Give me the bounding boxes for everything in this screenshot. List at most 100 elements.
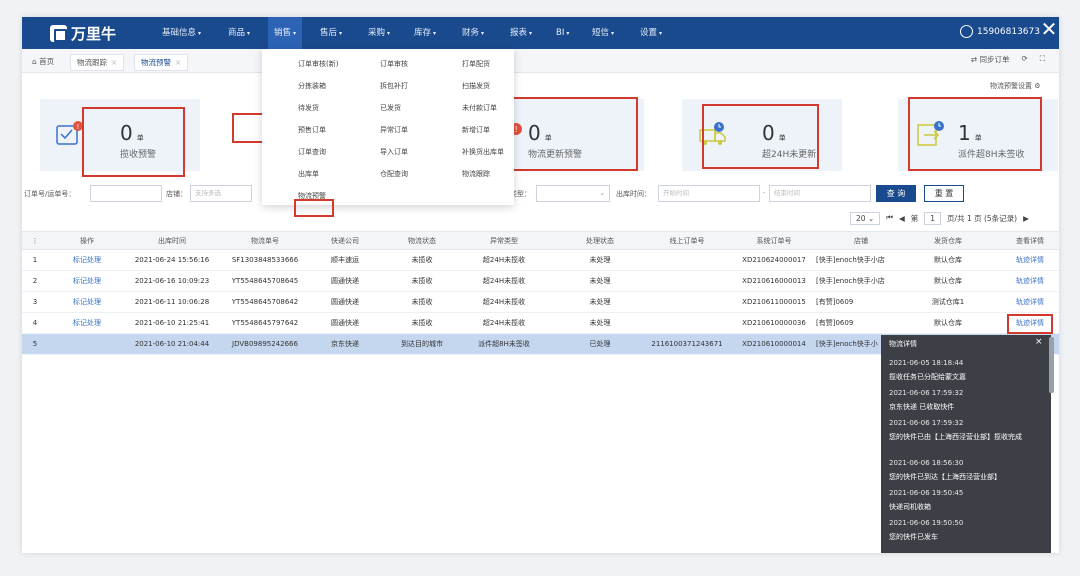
first-page-icon[interactable]: ⏮ xyxy=(886,213,893,223)
table-cell: 测试仓库1 xyxy=(931,298,965,306)
table-cell: 未揽收 xyxy=(411,319,433,327)
table-row[interactable]: 2 标记处理 2021-06-16 10:09:23 YT5548645708645 圆… xyxy=(22,271,1059,292)
table-cell: JDVB09895242666 xyxy=(232,340,298,348)
pagination: 20 ⌄ ⏮ ◀ 第 1 页/共 1 页 (5条记录) ▶ xyxy=(850,209,1029,227)
column-header: 发货仓库 xyxy=(934,237,962,245)
table-cell: 2021-06-16 10:09:23 xyxy=(134,277,210,285)
mark-handled-link[interactable]: 标记处理 xyxy=(62,292,112,312)
dropdown-menu-item[interactable]: 新增订单 xyxy=(462,125,490,135)
nav-label: 设置 xyxy=(640,28,658,38)
user-account[interactable]: 15906813673 xyxy=(960,25,1040,38)
shop-select[interactable]: 支持多选 xyxy=(190,185,252,202)
refresh-icon[interactable]: ⟳ xyxy=(1021,54,1027,65)
nav-bi[interactable]: BI ▾ xyxy=(556,17,569,49)
nav-reports[interactable]: 报表 ▾ xyxy=(510,17,532,49)
dropdown-menu-item[interactable]: 物流跟踪 xyxy=(462,169,490,179)
chevron-down-icon: ▾ xyxy=(247,30,251,37)
dropdown-menu-item[interactable]: 已发货 xyxy=(380,103,401,113)
sync-orders-label: 同步订单 xyxy=(979,55,1010,64)
dropdown-menu-item[interactable]: 订单查询 xyxy=(298,147,326,157)
next-page-icon[interactable]: ▶ xyxy=(1023,214,1029,223)
order-number-input[interactable] xyxy=(90,185,162,202)
event-message: 您的快件已到达【上海西泾营业部】 xyxy=(889,473,1001,481)
dropdown-menu-item[interactable]: 订单审核(新) xyxy=(298,59,338,69)
nav-purchase[interactable]: 采购 ▾ xyxy=(368,17,390,49)
prev-page-icon[interactable]: ◀ xyxy=(899,214,905,223)
fullscreen-icon[interactable]: ⛶ xyxy=(1040,54,1045,65)
tab-logistics-warning[interactable]: 物流预警 × xyxy=(134,54,189,71)
dropdown-menu-item[interactable]: 异常订单 xyxy=(380,125,408,135)
mark-handled-link[interactable] xyxy=(62,334,112,354)
page-number-input[interactable]: 1 xyxy=(924,211,942,225)
track-details-link[interactable]: 轨迹详情 xyxy=(1004,292,1056,312)
nav-goods[interactable]: 商品 ▾ xyxy=(228,17,250,49)
dropdown-menu-item[interactable]: 拆包补打 xyxy=(380,81,408,91)
table-cell: 2116100371243671 xyxy=(651,340,723,348)
table-cell: XD210610000014 xyxy=(742,340,806,348)
table-row[interactable]: 3 标记处理 2021-06-11 10:06:28 YT5548645708642 圆… xyxy=(22,292,1059,313)
search-button[interactable]: 查 询 xyxy=(876,185,916,202)
popup-scrollbar[interactable] xyxy=(1049,337,1054,393)
close-icon[interactable]: × xyxy=(175,58,181,67)
table-row[interactable]: 4 标记处理 2021-06-10 21:25:41 YT5548645797642 圆… xyxy=(22,313,1059,334)
tab-bar: ⌂ 首页 物流跟踪 × 物流预警 × ⇄ 同步订单 ⟳ ⛶ xyxy=(22,49,1059,73)
dropdown-menu-item[interactable]: 打单配货 xyxy=(462,59,490,69)
table-cell xyxy=(642,292,732,312)
table-cell: 默认仓库 xyxy=(934,277,962,285)
tab-logistics-tracking[interactable]: 物流跟踪 × xyxy=(70,54,125,71)
nav-after-sales[interactable]: 售后 ▾ xyxy=(320,17,342,49)
track-details-link[interactable]: 轨迹详情 xyxy=(1004,271,1056,291)
highlight-box xyxy=(508,97,638,171)
close-icon[interactable]: ✕ xyxy=(1039,17,1059,45)
mark-handled-link[interactable]: 标记处理 xyxy=(62,271,112,291)
end-time-input[interactable]: 结束时间 xyxy=(769,185,871,202)
close-icon[interactable]: × xyxy=(1035,337,1043,347)
chevron-down-icon: ▾ xyxy=(659,30,663,37)
page-size-select[interactable]: 20 ⌄ xyxy=(850,211,881,225)
table-row[interactable]: 1 标记处理 2021-06-24 15:56:16 SF1303848533666 顺… xyxy=(22,250,1059,271)
dropdown-menu-item[interactable]: 待发货 xyxy=(298,103,319,113)
column-menu-icon[interactable]: ⋮ xyxy=(26,232,44,249)
logo-text: 万里牛 xyxy=(71,24,117,43)
table-cell: 2 xyxy=(32,277,38,285)
dropdown-menu-item[interactable]: 补换货出库单 xyxy=(462,147,504,157)
dropdown-menu-item[interactable]: 订单审核 xyxy=(380,59,408,69)
type-select[interactable]: ⌄ xyxy=(536,185,610,202)
nav-finance[interactable]: 财务 ▾ xyxy=(462,17,484,49)
dropdown-menu-item[interactable]: 分拣装箱 xyxy=(298,81,326,91)
close-icon[interactable]: × xyxy=(111,58,117,67)
nav-inventory[interactable]: 库存 ▾ xyxy=(414,17,436,49)
reset-button[interactable]: 重 置 xyxy=(924,185,964,202)
nav-sales[interactable]: 销售 ▾ xyxy=(268,17,303,49)
chevron-down-icon: ⌄ xyxy=(599,189,605,197)
start-time-input[interactable]: 开始时间 xyxy=(658,185,760,202)
dropdown-menu-item[interactable]: 出库单 xyxy=(298,169,319,179)
column-header: 快递公司 xyxy=(331,237,359,245)
dropdown-menu-item[interactable]: 预售订单 xyxy=(298,125,326,135)
nav-settings[interactable]: 设置 ▾ xyxy=(640,17,662,49)
out-time-label: 出库时间： xyxy=(616,190,651,198)
mark-handled-link[interactable]: 标记处理 xyxy=(62,250,112,270)
table-cell: 4 xyxy=(32,319,38,327)
table-cell: [快手]enoch快手小店 xyxy=(816,256,885,264)
dropdown-menu-item[interactable]: 扫描发货 xyxy=(462,81,490,91)
event-time: 2021-06-06 18:56:30 xyxy=(889,459,964,467)
dropdown-menu-item[interactable]: 未付款订单 xyxy=(462,103,497,113)
track-details-link[interactable]: 轨迹详情 xyxy=(1004,250,1056,270)
dropdown-menu-item[interactable]: 仓配查询 xyxy=(380,169,408,179)
sync-orders-button[interactable]: ⇄ 同步订单 xyxy=(971,54,1010,65)
nav-base-info[interactable]: 基础信息 ▾ xyxy=(162,17,201,49)
table-cell: 已处理 xyxy=(589,340,611,348)
chevron-down-icon: ▾ xyxy=(481,30,485,37)
tab-home[interactable]: ⌂ 首页 xyxy=(26,54,60,71)
table-cell: 2021-06-10 21:04:44 xyxy=(134,340,210,348)
user-icon xyxy=(960,25,973,38)
dropdown-menu-item[interactable]: 导入订单 xyxy=(380,147,408,157)
table-cell: 派件超8H未签收 xyxy=(478,340,530,348)
nav-sms[interactable]: 短信 ▾ xyxy=(592,17,614,49)
mark-handled-link[interactable]: 标记处理 xyxy=(62,313,112,333)
app-logo[interactable]: 万里牛 xyxy=(50,23,116,43)
table-cell: XD210616000013 xyxy=(742,277,806,285)
highlight-box xyxy=(702,104,819,169)
warning-settings-link[interactable]: 物流预警设置 ⚙ xyxy=(990,81,1041,91)
